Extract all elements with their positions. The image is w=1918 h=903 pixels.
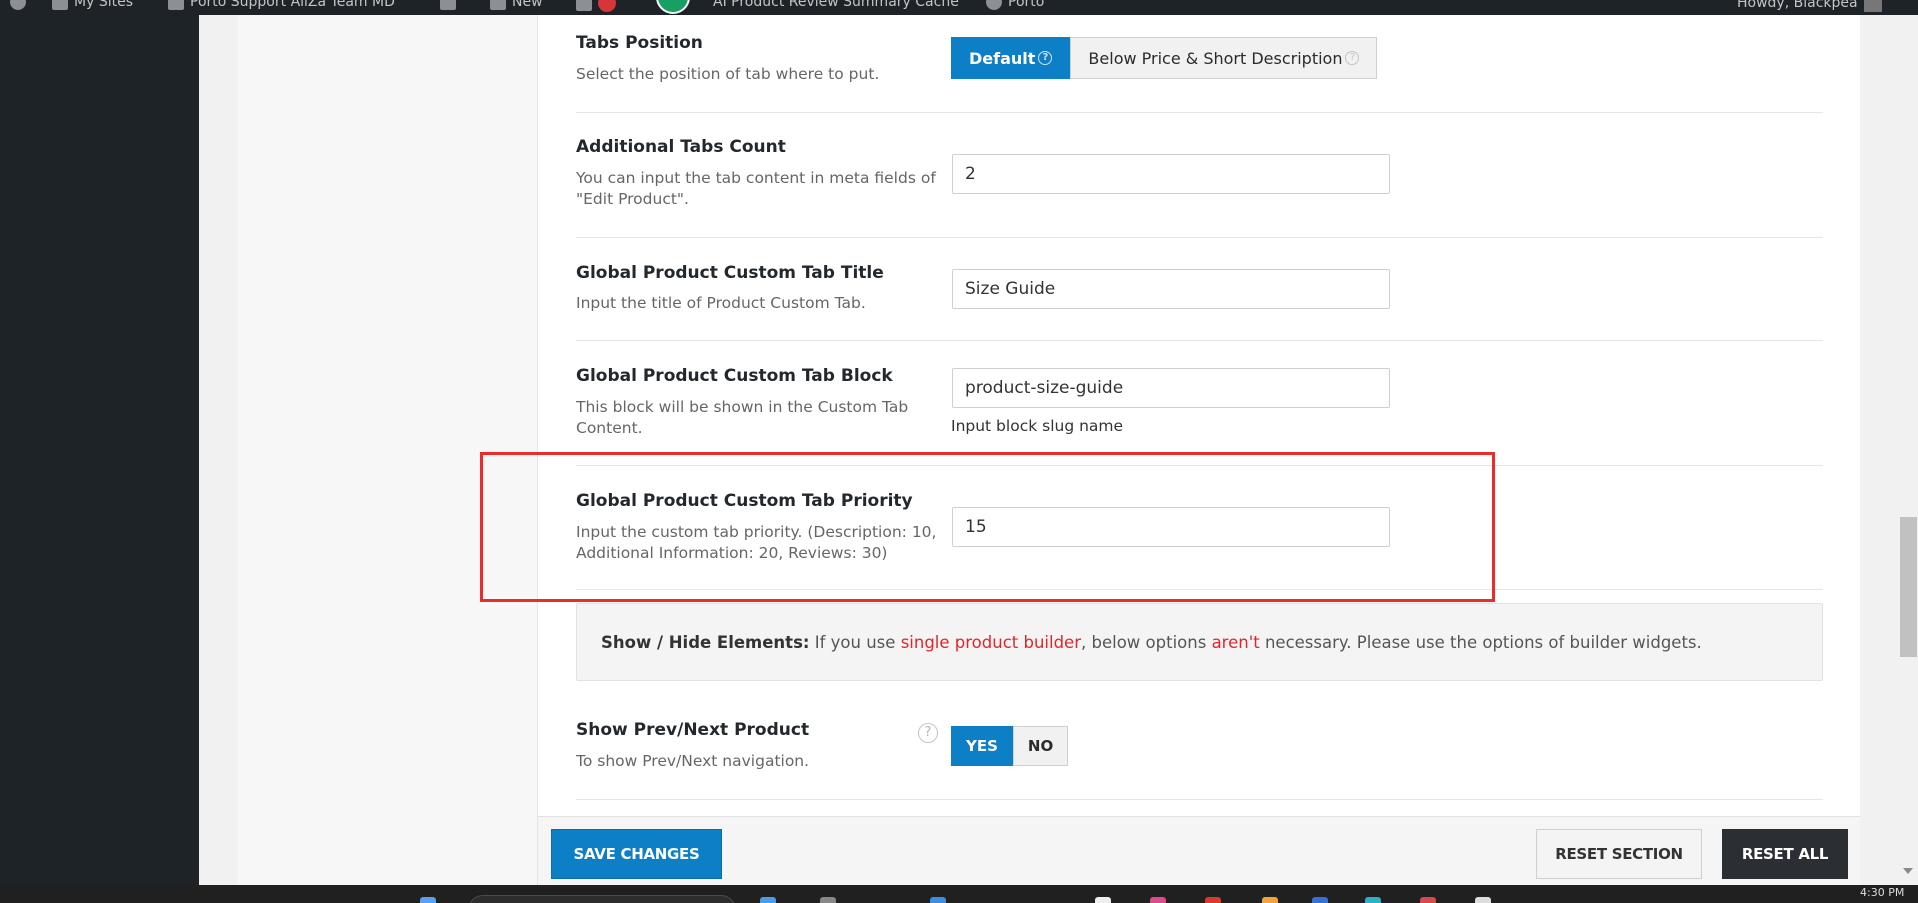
field-title: Tabs Position bbox=[576, 33, 703, 53]
admin-bar-my-sites[interactable]: My Sites bbox=[52, 0, 133, 10]
field-row-custom-tab-block: Global Product Custom Tab Block This blo… bbox=[576, 341, 1823, 466]
field-title: Show Prev/Next Product bbox=[576, 720, 810, 740]
taskbar-app-icon[interactable] bbox=[1095, 897, 1111, 903]
comment-icon bbox=[576, 0, 592, 11]
field-row-additional-tabs-count: Additional Tabs Count You can input the … bbox=[576, 113, 1823, 238]
additional-tabs-count-input[interactable] bbox=[952, 154, 1390, 194]
arent-emphasis: aren't bbox=[1211, 632, 1260, 652]
field-description: This block will be shown in the Custom T… bbox=[576, 398, 909, 437]
admin-bar-site-name[interactable]: Porto Support AliZa Team MD bbox=[168, 0, 395, 10]
field-title: Global Product Custom Tab Priority bbox=[576, 491, 913, 511]
field-title: Additional Tabs Count bbox=[576, 137, 786, 157]
custom-tab-title-input[interactable] bbox=[952, 269, 1390, 309]
taskbar-app-icon[interactable] bbox=[1475, 897, 1491, 903]
scrollbar-thumb[interactable] bbox=[1900, 517, 1917, 657]
admin-bar: My Sites Porto Support AliZa Team MD New… bbox=[0, 0, 1918, 15]
avatar bbox=[1863, 0, 1882, 12]
admin-side-menu bbox=[0, 15, 199, 885]
field-description: Input the custom tab priority. (Descript… bbox=[576, 523, 937, 562]
custom-tab-priority-input[interactable] bbox=[952, 507, 1390, 547]
help-icon: ? bbox=[1038, 51, 1053, 65]
help-icon[interactable]: ? bbox=[918, 723, 938, 743]
admin-bar-status[interactable] bbox=[656, 0, 690, 14]
input-hint: Input block slug name bbox=[951, 417, 1124, 435]
tabs-position-default-button[interactable]: Default ? bbox=[951, 37, 1071, 79]
scroll-down-arrow-icon[interactable] bbox=[1903, 868, 1913, 874]
os-taskbar: 4:30 PM bbox=[0, 885, 1918, 903]
plus-icon bbox=[490, 0, 506, 10]
reset-all-button[interactable]: RESET ALL bbox=[1722, 829, 1848, 879]
taskbar-app-icon[interactable] bbox=[820, 897, 836, 903]
porto-icon bbox=[986, 0, 1002, 10]
reset-section-button[interactable]: RESET SECTION bbox=[1536, 829, 1702, 879]
scrollbar[interactable] bbox=[1899, 15, 1918, 885]
taskbar-clock[interactable]: 4:30 PM bbox=[1860, 886, 1904, 899]
custom-tab-block-input[interactable] bbox=[952, 368, 1390, 408]
field-title: Global Product Custom Tab Title bbox=[576, 263, 884, 283]
taskbar-app-icon[interactable] bbox=[1312, 897, 1328, 903]
status-circle-icon bbox=[656, 0, 690, 14]
field-row-custom-tab-title: Global Product Custom Tab Title Input th… bbox=[576, 238, 1823, 341]
admin-bar-porto[interactable]: Porto bbox=[986, 0, 1044, 10]
brush-icon bbox=[440, 0, 456, 10]
taskbar-app-icon[interactable] bbox=[930, 897, 946, 903]
prev-next-toggle: YES NO bbox=[951, 726, 1069, 766]
field-row-prev-next: Show Prev/Next Product To show Prev/Next… bbox=[576, 690, 1823, 800]
info-heading: Show / Hide Elements: bbox=[601, 632, 810, 652]
single-product-builder-link[interactable]: single product builder bbox=[901, 633, 1081, 652]
my-sites-icon bbox=[52, 0, 68, 10]
taskbar-app-icon[interactable] bbox=[1262, 897, 1278, 903]
help-icon: ? bbox=[1345, 51, 1360, 65]
taskbar-app-icon[interactable] bbox=[1420, 897, 1436, 903]
field-description: To show Prev/Next navigation. bbox=[576, 752, 810, 770]
admin-bar-comments[interactable] bbox=[576, 0, 616, 12]
prev-next-no-button[interactable]: NO bbox=[1012, 726, 1069, 766]
comment-count-badge bbox=[598, 0, 616, 12]
field-row-tabs-position: Tabs Position Select the position of tab… bbox=[576, 15, 1823, 113]
wordpress-logo-icon[interactable] bbox=[10, 0, 26, 10]
taskbar-search-box[interactable] bbox=[468, 895, 736, 903]
field-row-custom-tab-priority: Global Product Custom Tab Priority Input… bbox=[576, 466, 1823, 590]
taskbar-app-icon[interactable] bbox=[1205, 897, 1221, 903]
tabs-position-buttonset: Default ? Below Price & Short Descriptio… bbox=[951, 37, 1378, 79]
save-changes-button[interactable]: SAVE CHANGES bbox=[551, 829, 722, 879]
field-description: Input the title of Product Custom Tab. bbox=[576, 294, 866, 312]
options-sidebar bbox=[238, 15, 538, 885]
admin-bar-customize[interactable] bbox=[440, 0, 456, 10]
admin-bar-account[interactable]: Howdy, Blackpea bbox=[1737, 0, 1882, 12]
taskbar-app-icon[interactable] bbox=[1365, 897, 1381, 903]
field-title: Global Product Custom Tab Block bbox=[576, 366, 893, 386]
taskbar-app-icon[interactable] bbox=[760, 897, 776, 903]
info-notice: Show / Hide Elements: If you use single … bbox=[576, 603, 1823, 681]
admin-bar-new[interactable]: New bbox=[490, 0, 543, 10]
home-icon bbox=[168, 0, 184, 10]
field-description: Select the position of tab where to put. bbox=[576, 65, 880, 83]
field-description: You can input the tab content in meta fi… bbox=[576, 169, 936, 208]
admin-bar-cache[interactable]: AI Product Review Summary Cache bbox=[713, 0, 959, 10]
tabs-position-below-price-button[interactable]: Below Price & Short Description ? bbox=[1070, 37, 1378, 79]
taskbar-app-icon[interactable] bbox=[1150, 897, 1166, 903]
windows-start-icon[interactable] bbox=[420, 897, 436, 903]
prev-next-yes-button[interactable]: YES bbox=[951, 726, 1013, 766]
